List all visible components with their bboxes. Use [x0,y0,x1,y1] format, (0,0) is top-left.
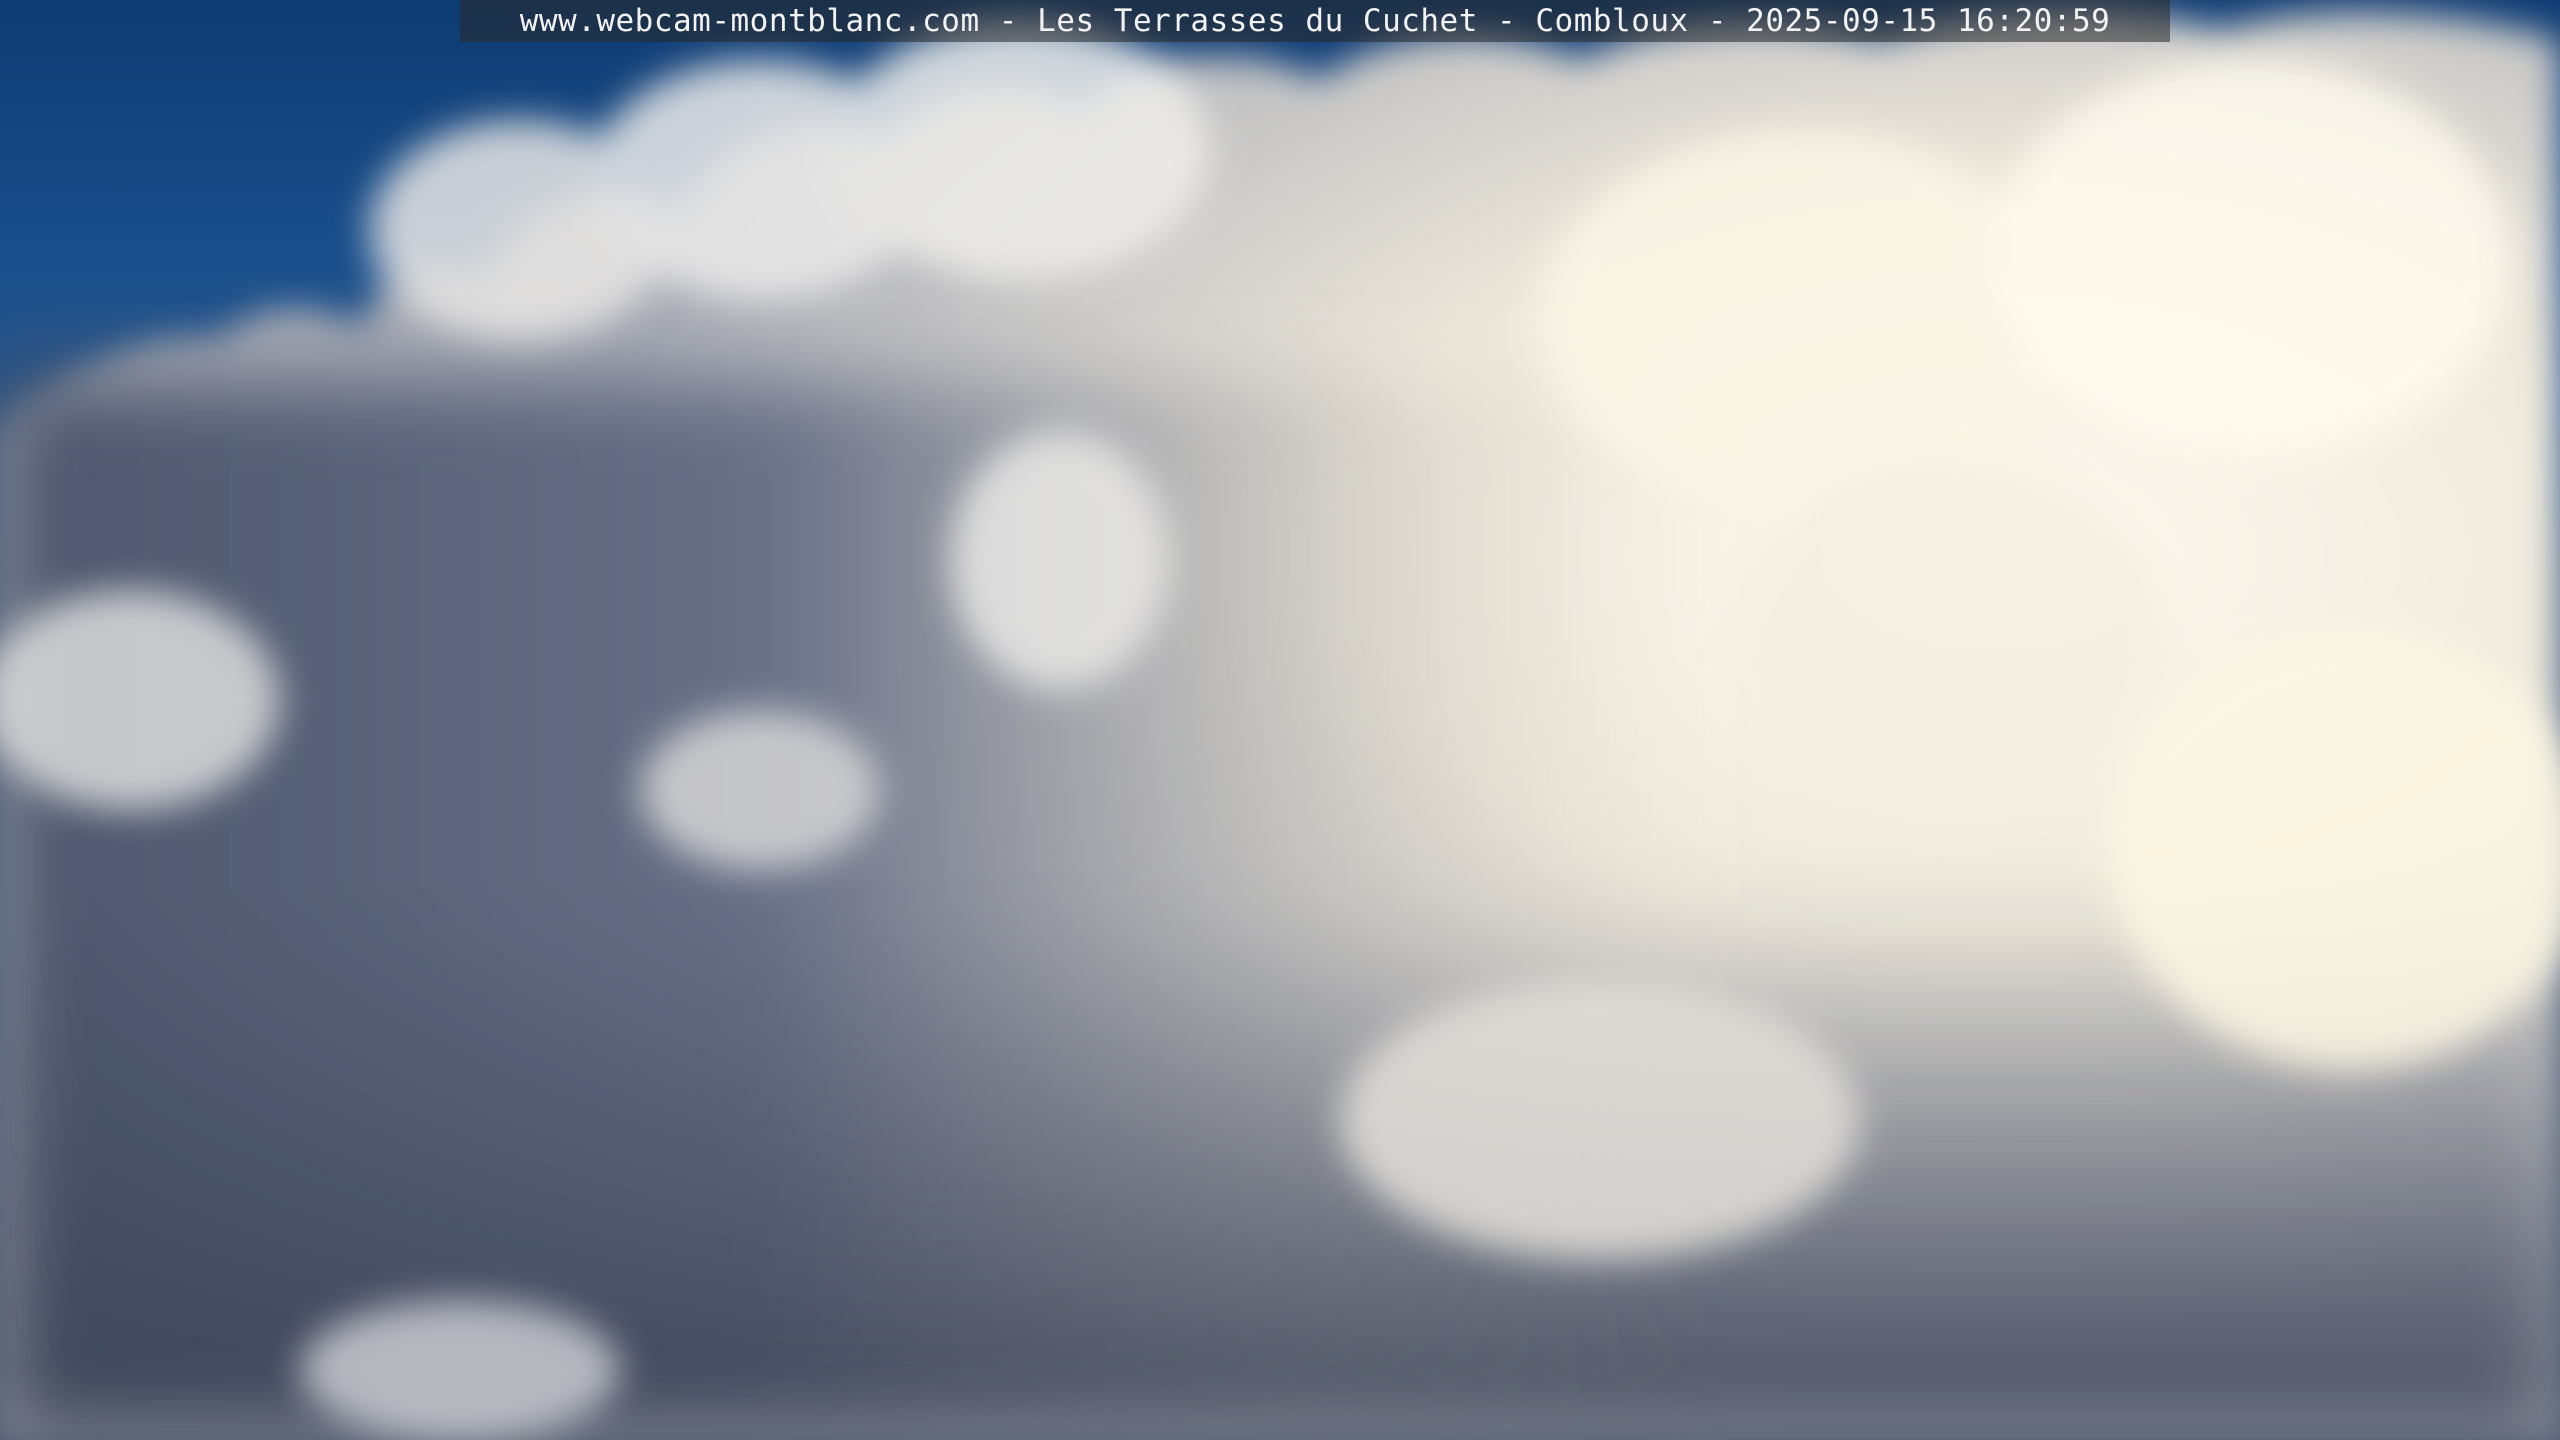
webcam-caption-bar: www.webcam-montblanc.com - Les Terrasses… [460,0,2170,42]
cumulus-cloud-image [0,11,2560,1440]
webcam-frame: www.webcam-montblanc.com - Les Terrasses… [0,0,2560,1440]
webcam-caption: www.webcam-montblanc.com - Les Terrasses… [519,3,2111,39]
